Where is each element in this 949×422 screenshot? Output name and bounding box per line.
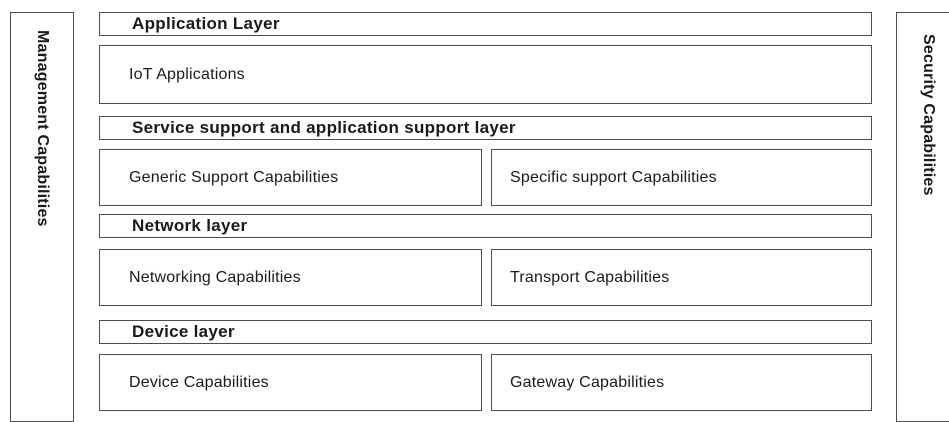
management-capabilities-label: Management Capabilities (34, 30, 51, 227)
transport-capabilities-box: Transport Capabilities (491, 249, 872, 306)
gateway-capabilities-label: Gateway Capabilities (510, 373, 665, 391)
iot-applications-label: IoT Applications (129, 65, 245, 83)
networking-capabilities-box: Networking Capabilities (99, 249, 482, 306)
transport-capabilities-label: Transport Capabilities (510, 268, 670, 286)
generic-support-capabilities-label: Generic Support Capabilities (129, 168, 339, 186)
generic-support-capabilities-box: Generic Support Capabilities (99, 149, 482, 206)
networking-capabilities-label: Networking Capabilities (129, 268, 301, 286)
network-layer-header: Network layer (99, 214, 872, 238)
security-capabilities-label: Security Capabilities (920, 34, 937, 196)
management-capabilities-panel: Management Capabilities (10, 12, 74, 422)
application-layer-header: Application Layer (99, 12, 872, 36)
device-layer-header: Device layer (99, 320, 872, 344)
device-capabilities-label: Device Capabilities (129, 373, 269, 391)
security-capabilities-panel: Security Capabilities (896, 12, 949, 422)
service-support-layer-header: Service support and application support … (99, 116, 872, 140)
specific-support-capabilities-label: Specific support Capabilities (510, 168, 717, 186)
gateway-capabilities-box: Gateway Capabilities (491, 354, 872, 411)
iot-applications-box: IoT Applications (99, 45, 872, 104)
specific-support-capabilities-box: Specific support Capabilities (491, 149, 872, 206)
device-capabilities-box: Device Capabilities (99, 354, 482, 411)
